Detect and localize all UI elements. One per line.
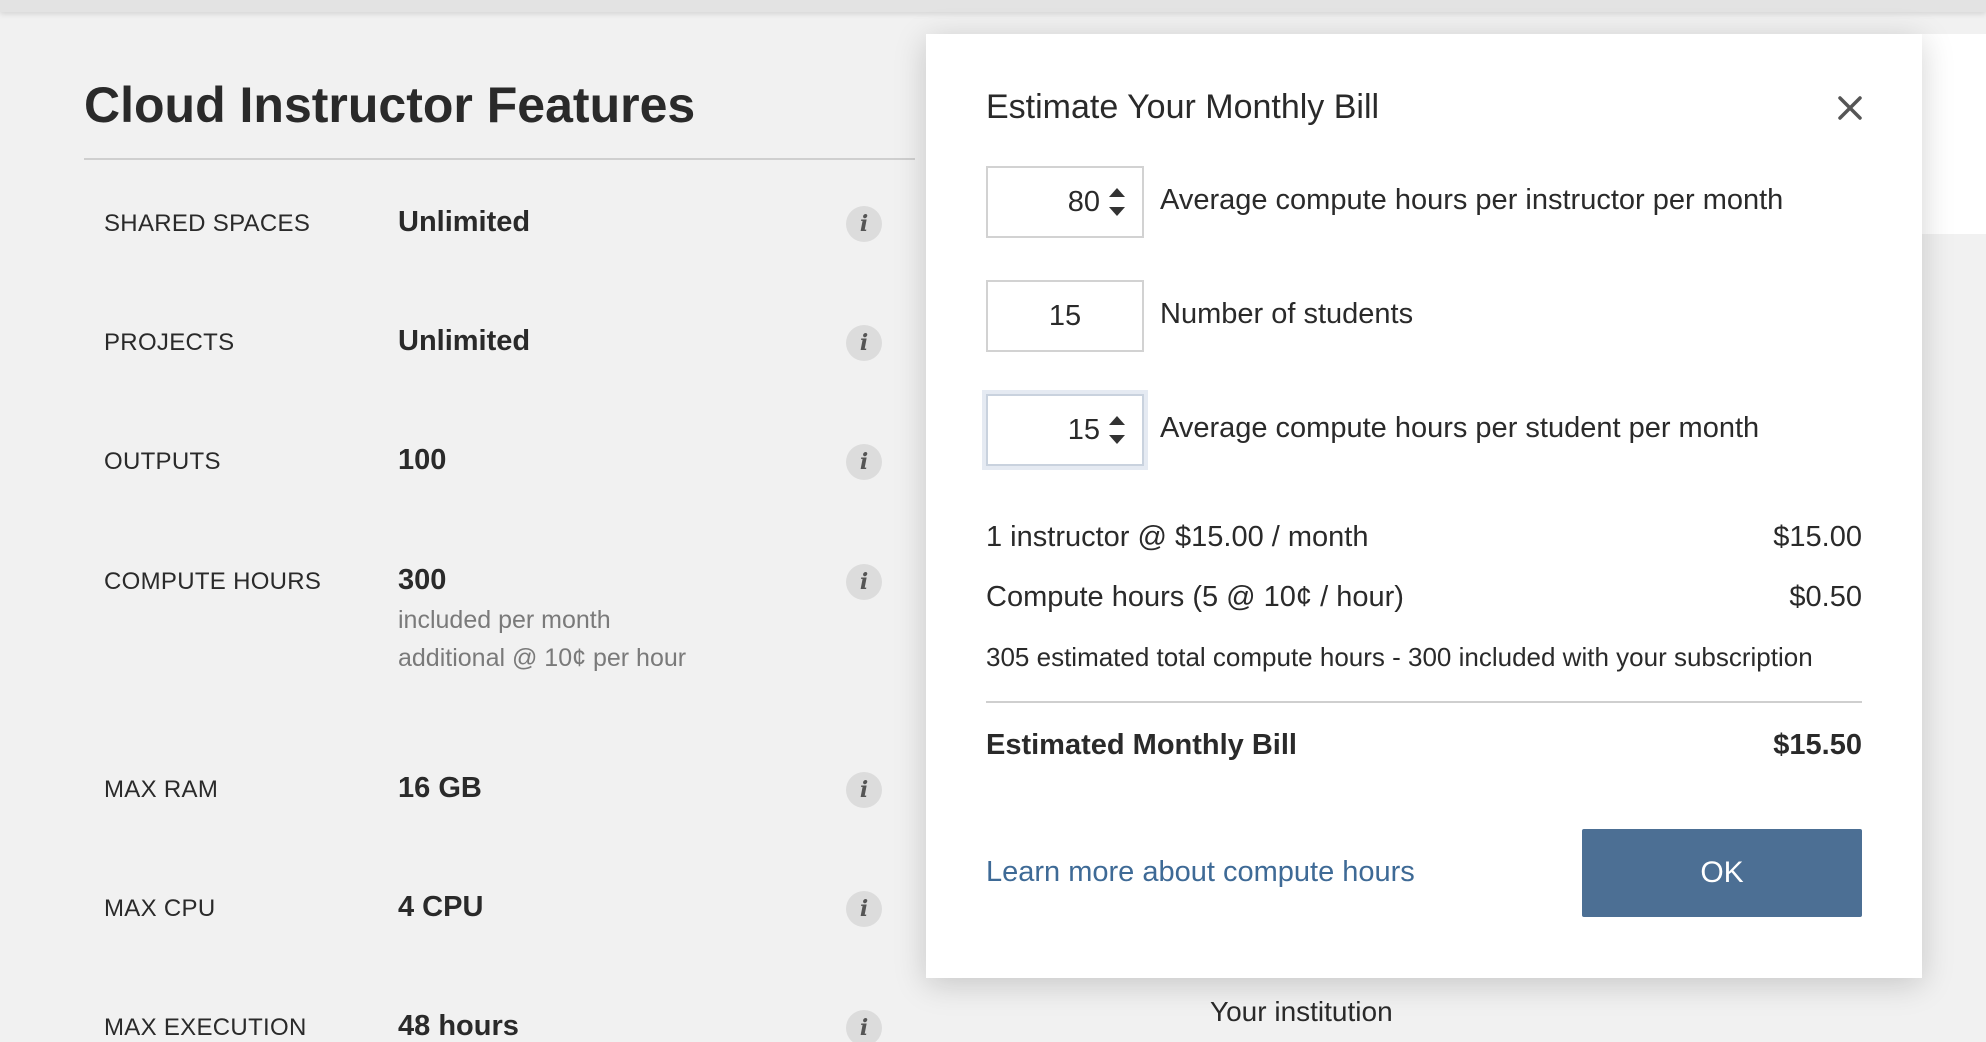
total-row: Estimated Monthly Bill $15.50 bbox=[986, 729, 1862, 762]
feature-label: OUTPUTS bbox=[104, 448, 221, 475]
students-field[interactable] bbox=[986, 280, 1144, 352]
info-icon[interactable]: i bbox=[846, 325, 882, 361]
students-label: Number of students bbox=[1160, 298, 1414, 330]
instructor-hours-input[interactable] bbox=[988, 168, 1100, 236]
feature-label: SHARED SPACES bbox=[104, 210, 311, 237]
instructor-hours-stepper[interactable] bbox=[986, 166, 1144, 238]
instructor-line-item: 1 instructor @ $15.00 / month $15.00 bbox=[986, 521, 1862, 554]
compute-line-item: Compute hours (5 @ 10¢ / hour) $0.50 bbox=[986, 581, 1862, 614]
feature-note: additional @ 10¢ per hour bbox=[398, 644, 687, 672]
feature-label: COMPUTE HOURS bbox=[104, 568, 322, 595]
info-icon[interactable]: i bbox=[846, 444, 882, 480]
line-item-label: Compute hours (5 @ 10¢ / hour) bbox=[986, 581, 1404, 613]
modal-title: Estimate Your Monthly Bill bbox=[986, 88, 1380, 126]
spin-up-arrow[interactable] bbox=[1109, 188, 1125, 197]
feature-value: 48 hours bbox=[398, 1010, 519, 1042]
features-panel: Cloud Instructor Features SHARED SPACES … bbox=[84, 60, 915, 1042]
feature-value: Unlimited bbox=[398, 325, 531, 357]
line-item-label: 1 instructor @ $15.00 / month bbox=[986, 521, 1369, 553]
compute-hours-note: 305 estimated total compute hours - 300 … bbox=[986, 642, 1813, 672]
line-item-amount: $0.50 bbox=[1789, 581, 1862, 613]
total-divider bbox=[986, 701, 1862, 703]
student-hours-input[interactable] bbox=[988, 396, 1100, 464]
info-icon[interactable]: i bbox=[846, 772, 882, 808]
info-icon[interactable]: i bbox=[846, 1010, 882, 1042]
total-amount: $15.50 bbox=[1773, 729, 1862, 761]
spin-down-arrow[interactable] bbox=[1109, 435, 1125, 444]
feature-value: 4 CPU bbox=[398, 891, 484, 923]
close-button[interactable] bbox=[1830, 88, 1870, 128]
feature-label: MAX EXECUTION bbox=[104, 1014, 307, 1041]
feature-label: MAX RAM bbox=[104, 776, 219, 803]
info-icon[interactable]: i bbox=[846, 206, 882, 242]
learn-more-link[interactable]: Learn more about compute hours bbox=[986, 856, 1415, 889]
info-icon[interactable]: i bbox=[846, 891, 882, 927]
feature-label: MAX CPU bbox=[104, 895, 216, 922]
ok-button[interactable]: OK bbox=[1582, 829, 1862, 917]
spin-down-arrow[interactable] bbox=[1109, 207, 1125, 216]
feature-value: 300 bbox=[398, 564, 447, 596]
feature-value: Unlimited bbox=[398, 206, 531, 238]
feature-value: 100 bbox=[398, 444, 447, 476]
spinner-arrows-icon[interactable] bbox=[1104, 412, 1130, 448]
feature-value: 16 GB bbox=[398, 772, 482, 804]
student-hours-stepper[interactable] bbox=[986, 394, 1144, 466]
feature-label: PROJECTS bbox=[104, 329, 235, 356]
student-hours-label: Average compute hours per student per mo… bbox=[1160, 412, 1760, 444]
spinner-arrows-icon[interactable] bbox=[1104, 184, 1130, 220]
spin-up-arrow[interactable] bbox=[1109, 416, 1125, 425]
info-icon[interactable]: i bbox=[846, 564, 882, 600]
institution-text: Your institution bbox=[1210, 996, 1393, 1027]
features-title: Cloud Instructor Features bbox=[84, 77, 696, 133]
line-item-amount: $15.00 bbox=[1773, 521, 1862, 553]
feature-note: included per month bbox=[398, 606, 611, 634]
close-icon bbox=[1838, 96, 1862, 120]
instructor-hours-label: Average compute hours per instructor per… bbox=[1160, 184, 1784, 216]
total-label: Estimated Monthly Bill bbox=[986, 729, 1297, 761]
students-input[interactable] bbox=[988, 282, 1114, 350]
top-bar bbox=[0, 0, 1986, 12]
estimate-bill-modal: Estimate Your Monthly Bill Average compu… bbox=[926, 34, 1922, 978]
